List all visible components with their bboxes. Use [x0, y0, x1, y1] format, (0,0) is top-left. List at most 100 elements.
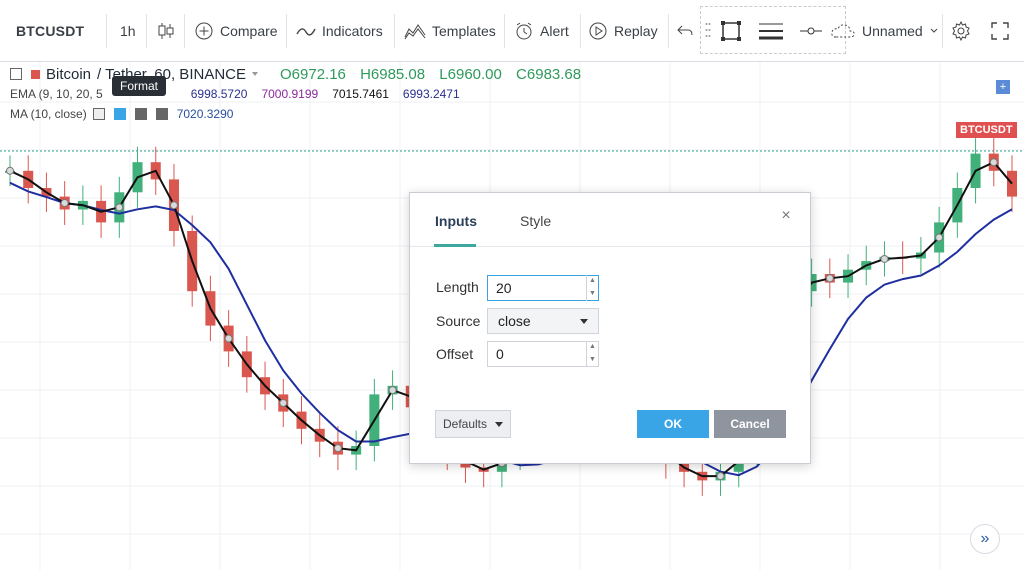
ma-more-icon[interactable] — [134, 108, 147, 120]
undo-arrow-icon — [677, 25, 693, 36]
ma-value: 7020.3290 — [176, 107, 234, 121]
layout-name-label: Unnamed — [862, 23, 923, 39]
interval-button[interactable]: 1h — [120, 6, 136, 56]
cancel-button[interactable]: Cancel — [714, 410, 786, 438]
offset-label: Offset — [436, 346, 474, 362]
caret-down-icon — [495, 421, 504, 427]
indicator-settings-dialog: Inputs Style × Length ▲ ▼ Source close O… — [409, 192, 811, 464]
ema-value-2: 7000.9199 — [261, 87, 319, 101]
indicators-button[interactable]: Indicators — [296, 6, 383, 56]
gear-icon — [952, 21, 970, 41]
undo-button[interactable] — [676, 6, 694, 56]
active-tab-indicator — [434, 244, 476, 247]
source-value: close — [498, 313, 531, 329]
defaults-button[interactable]: Defaults — [435, 410, 511, 438]
price-tag: BTCUSDT — [956, 122, 1017, 138]
replay-button[interactable]: Replay — [588, 6, 658, 56]
indicator-wave-icon — [296, 28, 316, 36]
templates-button[interactable]: Templates — [404, 6, 496, 56]
top-toolbar: BTCUSDT 1h Compare Indicators Templates … — [0, 0, 1024, 62]
chart-style-button[interactable] — [156, 6, 176, 56]
ema-value-1: 6998.5720 — [190, 87, 248, 101]
ohlc-close: C6983.68 — [516, 65, 582, 83]
offset-stepper[interactable]: ▲ ▼ — [586, 341, 598, 367]
ma-point-marker — [279, 399, 288, 407]
toolbar-divider — [668, 14, 669, 48]
offset-input[interactable] — [487, 341, 599, 367]
ema-value-4: 6993.2471 — [402, 87, 460, 101]
line-style-icon[interactable] — [799, 23, 823, 39]
chevron-down-icon — [930, 28, 938, 33]
double-chevron-right-icon: » — [980, 530, 990, 547]
symbol-label: BTCUSDT — [16, 23, 85, 39]
ok-button[interactable]: OK — [637, 410, 709, 438]
length-label: Length — [436, 279, 479, 295]
chart-legend: Bitcoin / Tether, 60, BINANCE O6972.16 H… — [10, 64, 591, 124]
alert-label: Alert — [540, 23, 569, 39]
step-down-icon[interactable]: ▼ — [587, 288, 598, 301]
dialog-tabs: Inputs Style × — [410, 193, 810, 247]
ma-legend-row: MA (10, close) 7020.3290 — [10, 104, 591, 124]
cloud-icon — [831, 24, 855, 38]
length-input[interactable] — [487, 275, 599, 301]
step-down-icon[interactable]: ▼ — [587, 354, 598, 367]
collapse-icon[interactable] — [10, 68, 22, 80]
toolbar-divider — [106, 14, 107, 48]
compare-label: Compare — [220, 23, 278, 39]
ohlc-values: O6972.16 H6985.08 L6960.00 C6983.68 — [280, 66, 591, 83]
fullscreen-button[interactable] — [990, 6, 1010, 56]
ma-point-marker — [880, 254, 889, 263]
step-up-icon[interactable]: ▲ — [587, 341, 598, 354]
toolbar-divider — [184, 14, 185, 48]
drag-handle-icon[interactable] — [705, 22, 711, 38]
ohlc-low: L6960.00 — [439, 65, 502, 83]
tab-style[interactable]: Style — [520, 213, 551, 229]
ma-point-marker — [333, 444, 342, 453]
toolbar-divider — [394, 14, 395, 48]
symbol-menu-caret[interactable] — [252, 72, 258, 76]
ma-remove-icon[interactable] — [155, 108, 168, 120]
ma-point-marker — [60, 199, 69, 208]
scroll-to-realtime-button[interactable]: » — [970, 524, 1000, 554]
ma-point-marker — [388, 386, 397, 395]
toolbar-divider — [580, 14, 581, 48]
plus-circle-icon — [195, 22, 213, 40]
symbol-legend-row: Bitcoin / Tether, 60, BINANCE O6972.16 H… — [10, 64, 591, 84]
add-indicator-icon[interactable]: + — [996, 80, 1010, 94]
indicators-label: Indicators — [322, 23, 383, 39]
trading-app: BTCUSDT 1h Compare Indicators Templates … — [0, 0, 1024, 570]
ma-format-icon[interactable] — [113, 108, 126, 120]
candles-icon — [158, 23, 174, 39]
ema-legend-row: EMA (9, 10, 20, 5 6998.5720 7000.9199 70… — [10, 84, 591, 104]
ma-visibility-icon[interactable] — [92, 108, 105, 120]
close-icon[interactable]: × — [778, 207, 794, 224]
templates-label: Templates — [432, 23, 496, 39]
toolbar-divider — [504, 14, 505, 48]
rectangle-select-icon[interactable] — [719, 19, 743, 43]
step-up-icon[interactable]: ▲ — [587, 275, 598, 288]
alarm-clock-icon — [516, 22, 532, 40]
ma-label[interactable]: MA (10, close) — [10, 107, 87, 121]
length-stepper[interactable]: ▲ ▼ — [586, 275, 598, 301]
format-tooltip: Format — [112, 76, 167, 96]
fullscreen-icon — [991, 22, 1009, 40]
ma-point-marker — [825, 274, 834, 283]
tab-inputs[interactable]: Inputs — [435, 213, 477, 229]
ma-point-marker — [169, 201, 178, 210]
compare-button[interactable]: Compare — [194, 6, 278, 56]
toolbar-divider — [286, 14, 287, 48]
line-width-icon[interactable] — [757, 21, 785, 41]
source-select[interactable]: close — [487, 308, 599, 334]
symbol-search-button[interactable]: BTCUSDT — [16, 6, 84, 56]
settings-button[interactable] — [951, 6, 971, 56]
ma-point-marker — [935, 233, 944, 242]
ma-point-marker — [6, 166, 14, 175]
interval-label: 1h — [120, 23, 136, 39]
alert-button[interactable]: Alert — [514, 6, 569, 56]
layout-save-button[interactable]: Unnamed — [830, 6, 939, 56]
ma-point-marker — [716, 472, 725, 481]
symbol-title: Bitcoin — [46, 65, 92, 83]
ema-label[interactable]: EMA (9, 10, 20, 5 — [10, 87, 103, 101]
ma-point-marker — [224, 334, 233, 343]
source-label: Source — [436, 313, 481, 329]
